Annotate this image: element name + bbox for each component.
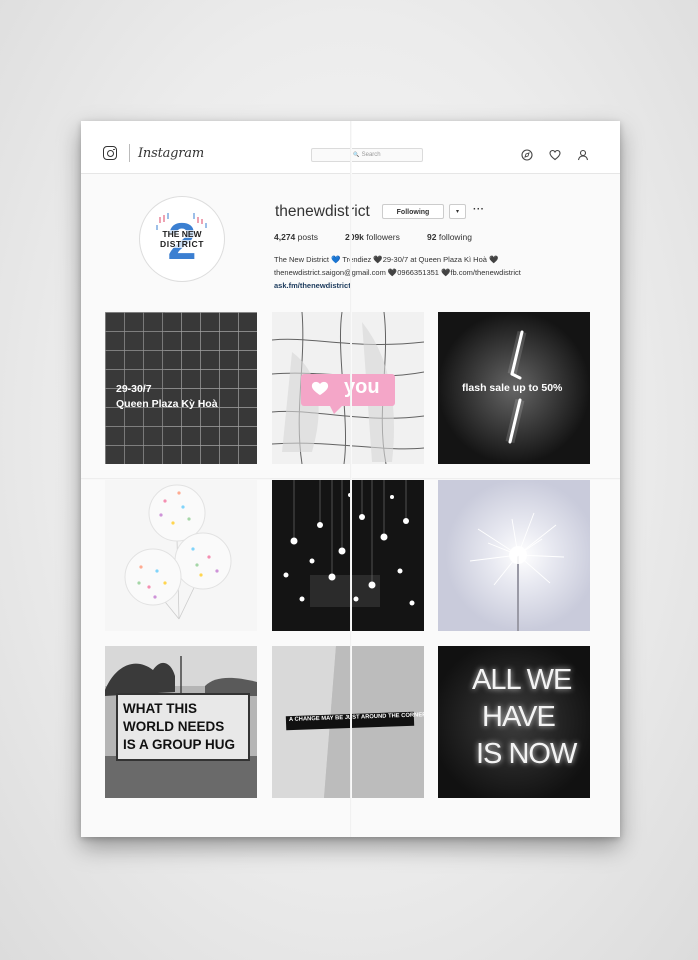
search-icon: 🔍 [353, 152, 360, 158]
more-options-icon[interactable]: ··· [473, 204, 485, 215]
stat-followers-value: 209k [345, 232, 364, 242]
post-tile-4[interactable] [105, 479, 257, 631]
post-tile-8[interactable]: A CHANGE MAY BE JUST AROUND THE CORNER [272, 646, 424, 798]
avatar-title-2: DISTRICT [160, 239, 204, 249]
search-placeholder: Search [361, 152, 381, 158]
bio-line-1: The New District 💙 Trendiez 🖤29-30/7 at … [274, 255, 499, 264]
post-tile-6[interactable] [438, 479, 590, 631]
bio-line-2: thenewdistrict.saigon@gmail.com 🖤0966351… [274, 268, 521, 277]
stat-followers-label: followers [366, 232, 400, 242]
post-1-caption-line-2: Queen Plaza Kỳ Hoà [116, 398, 218, 410]
stat-posts-value: 4,274 [274, 232, 296, 242]
stat-following-value: 92 [427, 232, 437, 242]
bio-link[interactable]: ask.fm/thenewdistrict [274, 279, 604, 292]
post-7-sign-line-2: WORLD NEEDS [123, 719, 225, 734]
poster-paper: Instagram 🔍Search 2 THE NEW DIST [81, 121, 620, 837]
logo-divider [129, 144, 130, 162]
instagram-camera-icon[interactable] [103, 146, 117, 160]
stat-posts-label: posts [297, 232, 318, 242]
post-1-caption-line-1: 29-30/7 [116, 383, 152, 395]
profile-username: thenewdistrict [275, 203, 370, 220]
post-3-caption: flash sale up to 50% [462, 382, 563, 394]
post-tile-2[interactable]: you [272, 312, 424, 464]
profile-bio: The New District 💙 Trendiez 🖤29-30/7 at … [274, 253, 604, 292]
following-button[interactable]: Following [382, 204, 444, 219]
post-tile-3[interactable]: flash sale up to 50% [438, 312, 590, 464]
explore-icon[interactable] [521, 149, 533, 161]
heart-icon[interactable] [549, 149, 561, 161]
post-tile-1[interactable]: 29-30/7 Queen Plaza Kỳ Hoà [105, 312, 257, 464]
user-icon[interactable] [577, 149, 589, 161]
stat-posts: 4,274 posts [274, 232, 318, 242]
profile-avatar[interactable]: 2 THE NEW DISTRICT [139, 196, 225, 282]
post-7-sign-line-3: IS A GROUP HUG [123, 737, 236, 752]
post-tile-5[interactable] [272, 479, 424, 631]
stat-following-label: following [438, 232, 472, 242]
post-tile-7[interactable]: WHAT THIS WORLD NEEDS IS A GROUP HUG [105, 646, 257, 798]
post-9-line-2: HAVE [482, 701, 556, 733]
chevron-down-icon[interactable]: ▾ [449, 204, 466, 219]
post-tile-9[interactable]: ALL WE HAVE IS NOW [438, 646, 590, 798]
post-9-line-1: ALL WE [472, 664, 572, 696]
post-9-line-3: IS NOW [476, 738, 577, 770]
fold-line-vertical [350, 121, 352, 837]
stat-following[interactable]: 92 following [427, 232, 472, 242]
search-input[interactable]: 🔍 Search [311, 148, 423, 162]
avatar-title-1: THE NEW [162, 229, 202, 239]
stat-followers[interactable]: 209k followers [345, 232, 400, 242]
instagram-wordmark[interactable]: Instagram [138, 146, 204, 161]
post-7-sign-line-1: WHAT THIS [123, 701, 197, 716]
